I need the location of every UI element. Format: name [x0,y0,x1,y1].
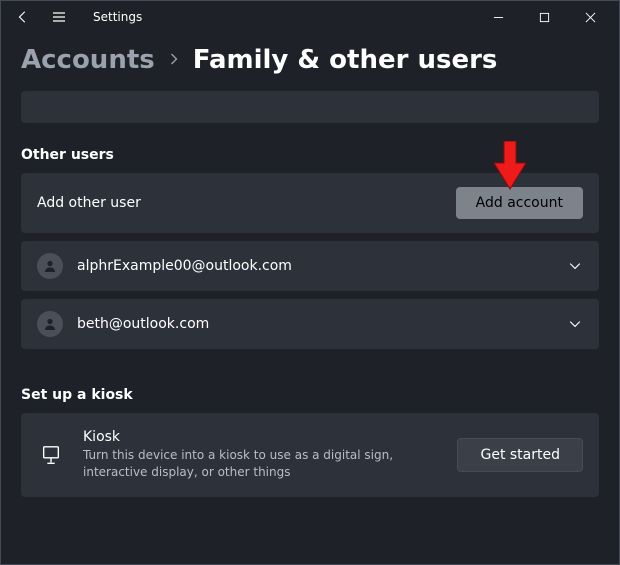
page-title: Family & other users [193,45,498,75]
user-email: alphrExample00@outlook.com [77,258,553,274]
breadcrumb-parent[interactable]: Accounts [21,45,155,75]
avatar [37,253,63,279]
chevron-down-icon [567,316,583,332]
collapsed-panel[interactable] [21,91,599,123]
kiosk-row: Kiosk Turn this device into a kiosk to u… [21,413,599,497]
annotation-arrow-icon [491,141,529,191]
maximize-button[interactable] [521,1,567,33]
user-email: beth@outlook.com [77,316,553,332]
kiosk-item-desc: Turn this device into a kiosk to use as … [83,447,423,481]
chevron-right-icon [169,50,179,71]
user-row[interactable]: alphrExample00@outlook.com [21,241,599,291]
user-row[interactable]: beth@outlook.com [21,299,599,349]
kiosk-icon [37,444,65,466]
avatar [37,311,63,337]
chevron-down-icon [567,258,583,274]
close-button[interactable] [567,1,613,33]
get-started-button[interactable]: Get started [457,438,583,472]
section-title-kiosk: Set up a kiosk [21,387,599,403]
hamburger-icon[interactable] [49,7,69,27]
title-bar: Settings [1,1,619,33]
breadcrumb: Accounts Family & other users [1,33,619,85]
minimize-button[interactable] [475,1,521,33]
window-title: Settings [93,10,142,24]
kiosk-item-title: Kiosk [83,429,439,445]
add-other-user-label: Add other user [37,195,456,211]
add-account-button[interactable]: Add account [456,187,583,219]
back-icon[interactable] [13,7,33,27]
